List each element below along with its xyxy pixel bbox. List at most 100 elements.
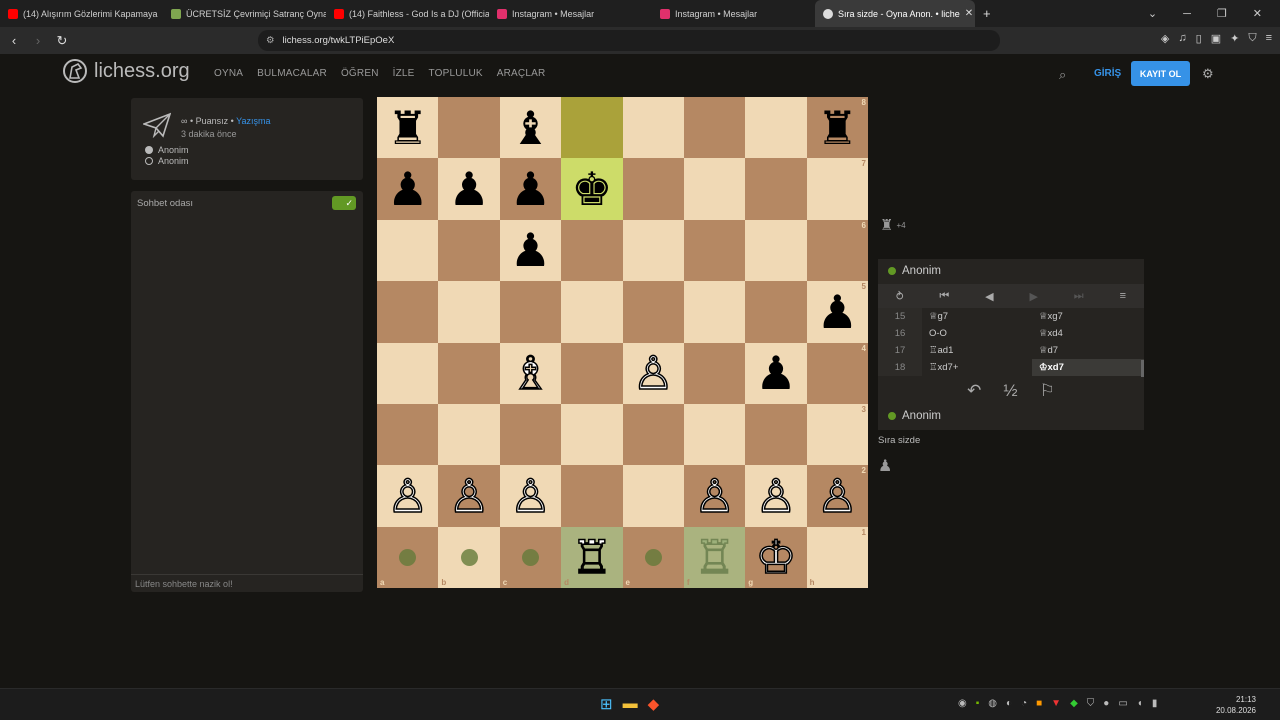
wallet-icon[interactable]: ▣	[1211, 32, 1221, 45]
move-white[interactable]: ♖xd7+	[922, 359, 1032, 376]
square-b1[interactable]: b	[438, 526, 500, 588]
black-piece-d7[interactable]: ♚	[571, 166, 612, 212]
tray-app-icon[interactable]: ▼	[1051, 698, 1061, 709]
square-g8[interactable]	[745, 97, 807, 159]
black-piece-g4[interactable]: ♟	[755, 350, 796, 396]
square-d3[interactable]	[561, 403, 623, 466]
system-clock[interactable]: 21:13 20.08.2026	[1216, 694, 1256, 716]
close-tab-icon[interactable]: ✕	[965, 8, 973, 19]
square-c7[interactable]: ♟	[499, 158, 562, 220]
draw-offer-button[interactable]: ½	[1003, 381, 1017, 401]
tray-app-icon[interactable]: ◉	[958, 698, 967, 709]
square-e7[interactable]	[622, 158, 684, 220]
menu-icon[interactable]: ≡	[1120, 290, 1126, 302]
square-b4[interactable]	[438, 342, 500, 404]
square-g7[interactable]	[745, 158, 807, 220]
prev-move-icon[interactable]: ◀	[985, 290, 993, 303]
file-explorer-icon[interactable]: ▬	[623, 695, 638, 713]
square-d6[interactable]	[561, 219, 623, 282]
square-a8[interactable]: ♜	[377, 97, 439, 159]
leo-icon[interactable]: ✦	[1230, 32, 1239, 45]
square-c8[interactable]: ♝	[499, 97, 562, 159]
square-h5[interactable]: ♟ 5	[806, 281, 868, 343]
white-piece-f2[interactable]: ♙	[693, 472, 736, 520]
volume-icon[interactable]: ◖	[1137, 698, 1143, 709]
square-e1[interactable]: e	[622, 526, 684, 588]
square-d7[interactable]: ♚	[561, 158, 623, 220]
move-black[interactable]: ♕xg7	[1032, 308, 1144, 325]
move-white[interactable]: ♖ad1	[922, 342, 1032, 359]
opponent-name[interactable]: Anonim	[888, 265, 941, 277]
square-h3[interactable]: 3	[806, 403, 868, 466]
site-info-icon[interactable]: ⚙	[266, 35, 275, 46]
square-c1[interactable]: c	[499, 526, 562, 588]
square-f8[interactable]	[683, 97, 746, 159]
flip-board-icon[interactable]: ⥁	[896, 290, 904, 303]
tray-app-icon[interactable]: ◔	[1021, 698, 1027, 709]
square-g1[interactable]: ♔ g	[745, 526, 807, 588]
vpn-icon[interactable]: ⛉	[1248, 32, 1256, 45]
square-c6[interactable]: ♟	[499, 219, 562, 282]
square-d8[interactable]	[561, 97, 623, 159]
square-h8[interactable]: ♜ 8	[806, 97, 868, 159]
signup-button[interactable]: KAYIT OL	[1131, 61, 1190, 86]
chevron-down-icon[interactable]: ⌄	[1148, 7, 1157, 20]
close-window-icon[interactable]: ✕	[1253, 7, 1262, 20]
square-a5[interactable]	[377, 281, 439, 343]
takeback-icon[interactable]: ↶	[967, 381, 981, 401]
square-b7[interactable]: ♟	[438, 158, 500, 220]
nav-play[interactable]: OYNA	[214, 68, 243, 79]
square-b6[interactable]	[438, 219, 500, 282]
black-piece-h8[interactable]: ♜	[817, 105, 858, 151]
square-c2[interactable]: ♙	[499, 465, 562, 527]
square-f7[interactable]	[683, 158, 746, 220]
square-h2[interactable]: ♙ 2	[806, 465, 868, 527]
browser-tab[interactable]: (14) Faithless - God Is a DJ (Official V…	[326, 0, 489, 27]
square-b8[interactable]	[438, 97, 500, 159]
square-e4[interactable]: ♙	[622, 342, 684, 404]
brave-browser-icon[interactable]: ◆	[648, 695, 660, 713]
nav-puzzles[interactable]: BULMACALAR	[257, 68, 327, 79]
square-d5[interactable]	[561, 281, 623, 343]
white-piece-f1[interactable]: ♖	[693, 534, 736, 582]
browser-tab-active[interactable]: Sıra sizde - Oyna Anon. • liche ✕	[815, 0, 975, 27]
gear-icon[interactable]: ⚙	[1202, 66, 1214, 82]
nav-tools[interactable]: ARAÇLAR	[497, 68, 546, 79]
square-h7[interactable]: 7	[806, 158, 868, 220]
move-dest-dot[interactable]	[399, 548, 417, 566]
square-a3[interactable]	[377, 403, 439, 466]
square-f5[interactable]	[683, 281, 746, 343]
square-a7[interactable]: ♟	[377, 158, 439, 220]
move-dest-dot[interactable]	[460, 548, 478, 566]
white-piece-d1[interactable]: ♖	[570, 534, 613, 582]
square-b2[interactable]: ♙	[438, 465, 500, 527]
search-icon[interactable]: ⌕	[1059, 67, 1066, 83]
puzzle-icon[interactable]: ◈	[1161, 32, 1169, 45]
square-g4[interactable]: ♟	[745, 342, 807, 404]
last-move-icon[interactable]: ⏭	[1074, 290, 1084, 303]
battery-icon[interactable]: ▮	[1152, 698, 1158, 709]
square-d4[interactable]	[561, 342, 623, 404]
nav-learn[interactable]: ÖĞREN	[341, 68, 379, 79]
url-field[interactable]: ⚙ lichess.org/twkLTPiEpOeX	[258, 30, 1000, 51]
white-piece-g2[interactable]: ♙	[755, 472, 798, 520]
microphone-icon[interactable]: ●	[1103, 698, 1109, 709]
browser-tab[interactable]: (14) Alışırım Gözlerimi Kapamaya	[0, 0, 163, 27]
menu-icon[interactable]: ≡	[1266, 32, 1272, 45]
white-piece-c2[interactable]: ♙	[509, 472, 552, 520]
square-f6[interactable]	[683, 219, 746, 282]
white-piece-c4[interactable]: ♗	[509, 349, 552, 397]
square-a6[interactable]	[377, 219, 439, 282]
white-piece-h2[interactable]: ♙	[816, 472, 859, 520]
nvidia-icon[interactable]: ▪	[976, 698, 980, 709]
square-g5[interactable]	[745, 281, 807, 343]
square-c4[interactable]: ♗	[499, 342, 562, 404]
square-e8[interactable]	[622, 97, 684, 159]
player-white[interactable]: Anonim	[145, 145, 189, 155]
resign-flag-icon[interactable]: ⚐	[1040, 381, 1055, 401]
black-piece-c8[interactable]: ♝	[510, 105, 551, 151]
square-f2[interactable]: ♙	[683, 465, 746, 527]
square-g2[interactable]: ♙	[745, 465, 807, 527]
move-list-scrollbar[interactable]	[1141, 360, 1144, 377]
white-piece-a2[interactable]: ♙	[386, 472, 429, 520]
